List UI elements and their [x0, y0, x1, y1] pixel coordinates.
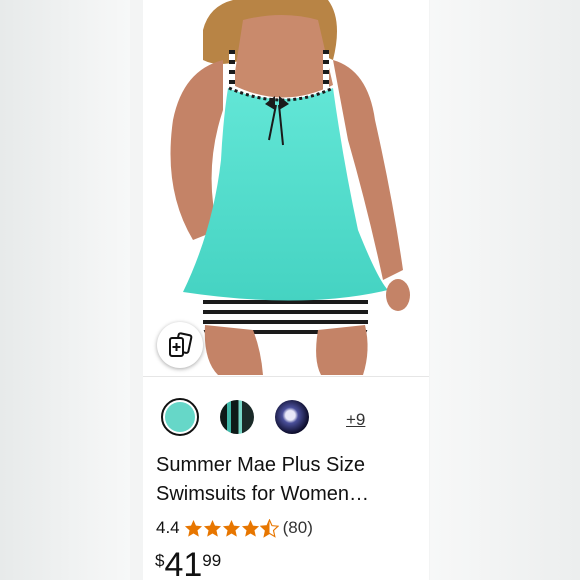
- swatch-navy-floral[interactable]: [275, 400, 309, 434]
- product-card[interactable]: +9 Summer Mae Plus Size Swimsuits for Wo…: [143, 0, 429, 580]
- star-full-icon: [222, 519, 240, 537]
- adjacent-card-left: [0, 0, 130, 580]
- section-divider: [143, 376, 429, 377]
- color-swatches: +9: [161, 398, 421, 442]
- star-full-icon: [184, 519, 202, 537]
- rating-value: 4.4: [156, 518, 180, 537]
- review-count[interactable]: (80): [283, 518, 313, 538]
- virtual-try-on-icon: [169, 332, 193, 357]
- more-colors-link[interactable]: +9: [346, 410, 365, 430]
- star-rating: [184, 518, 279, 538]
- price: $4199: [155, 548, 221, 580]
- rating-row[interactable]: 4.4 (80): [156, 516, 313, 540]
- price-symbol: $: [155, 551, 165, 570]
- adjacent-card-right: [430, 0, 580, 580]
- price-whole: 41: [164, 546, 203, 580]
- virtual-try-on-button[interactable]: [157, 322, 203, 368]
- product-title[interactable]: Summer Mae Plus Size Swimsuits for Women…: [156, 451, 418, 509]
- swatch-dark-teal[interactable]: [220, 400, 254, 434]
- product-title-line-1: Summer Mae Plus Size: [156, 454, 365, 476]
- star-full-icon: [203, 519, 221, 537]
- price-fraction: 99: [202, 551, 222, 570]
- product-title-line-2: Swimsuits for Women…: [156, 483, 370, 505]
- star-full-icon: [241, 519, 259, 537]
- product-image[interactable]: [143, 0, 429, 375]
- swimsuit-model-photo: [170, 0, 410, 375]
- swatch-aqua-selected[interactable]: [161, 398, 199, 436]
- star-half-icon: [259, 518, 279, 538]
